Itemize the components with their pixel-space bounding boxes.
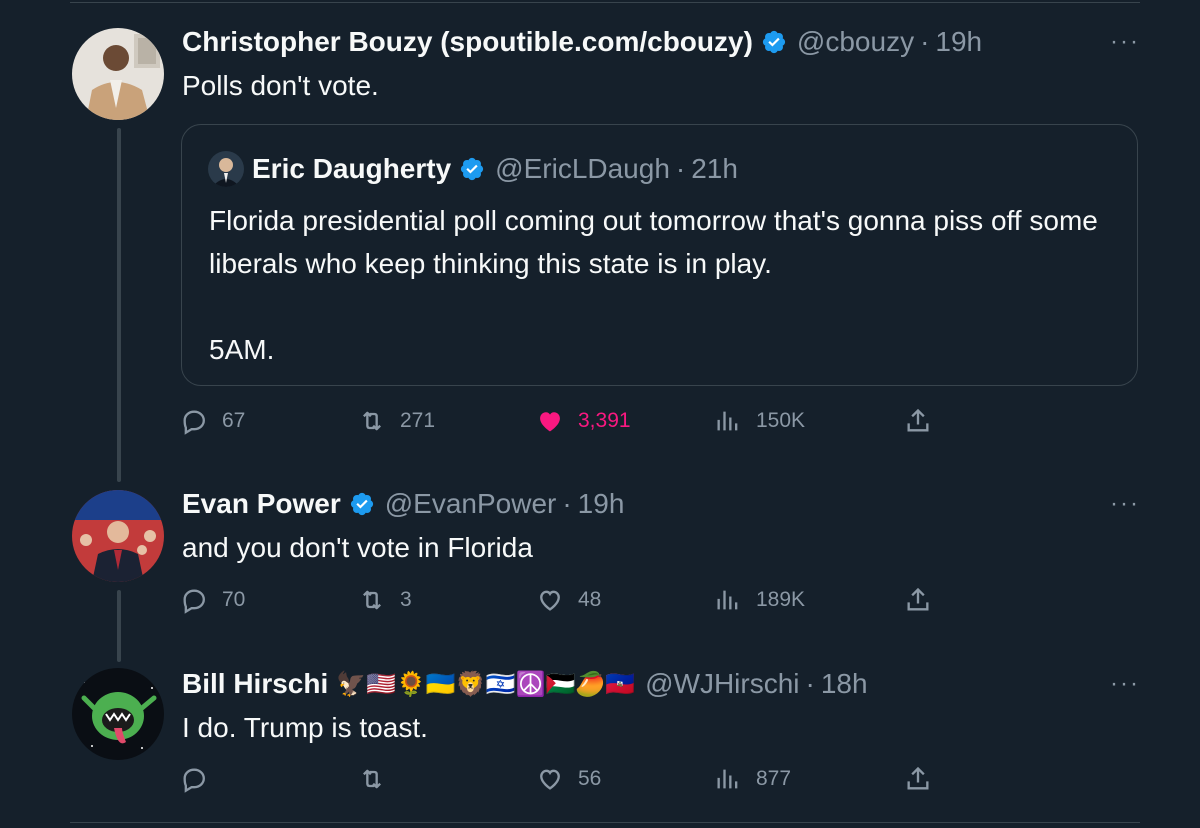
quoted-text-line: 5AM. (209, 334, 275, 365)
display-name[interactable]: Bill Hirschi (182, 668, 328, 700)
views-button[interactable]: 877 (714, 762, 791, 796)
views-count: 150K (756, 409, 806, 432)
views-count: 189K (756, 588, 806, 611)
handle[interactable]: @EvanPower (385, 488, 557, 520)
reply-button[interactable]: 70 (180, 583, 245, 617)
like-button[interactable]: 56 (536, 762, 601, 796)
verified-badge-icon (349, 491, 375, 517)
reply-icon (183, 768, 205, 793)
tweet-text: and you don't vote in Florida (182, 532, 533, 563)
reply-button[interactable]: 67 (180, 404, 245, 438)
share-button[interactable] (904, 762, 946, 796)
separator-dot: · (805, 668, 815, 699)
more-icon[interactable]: ··· (1110, 672, 1140, 696)
share-icon (907, 408, 929, 432)
like-icon (540, 769, 560, 790)
like-button[interactable]: 3,391 (536, 404, 631, 438)
handle: @EricLDaugh (495, 153, 670, 184)
retweet-count: 3 (400, 588, 412, 611)
retweet-icon (363, 769, 381, 789)
quoted-tweet[interactable]: Eric Daugherty @EricLDaugh · 21h Florida… (181, 124, 1138, 386)
tweet-actions: 70 3 48 189K (180, 583, 960, 617)
like-icon (540, 412, 560, 432)
more-icon[interactable]: ··· (1110, 30, 1140, 54)
divider (70, 2, 1140, 3)
quoted-tweet-text: Florida presidential poll coming out tom… (209, 199, 1114, 371)
share-button[interactable] (904, 404, 946, 438)
share-icon (907, 766, 929, 790)
retweet-icon (363, 411, 381, 431)
display-name: Eric Daugherty (252, 153, 452, 184)
quoted-text-line: Florida presidential poll coming out tom… (209, 205, 1098, 279)
tweet-header: Evan Power @EvanPower · 19h (182, 488, 624, 520)
like-button[interactable]: 48 (536, 583, 601, 617)
retweet-icon (363, 590, 381, 610)
thread-line (117, 590, 121, 662)
tweet-header: Bill Hirschi 🦅🇺🇸🌻🇺🇦🦁🇮🇱☮️🇵🇸🥭🇭🇹 @WJHirschi… (182, 668, 868, 700)
more-icon[interactable]: ··· (1110, 492, 1140, 516)
separator-dot: · (562, 488, 572, 519)
name-emojis: 🦅🇺🇸🌻🇺🇦🦁🇮🇱☮️🇵🇸🥭🇭🇹 (336, 670, 636, 698)
like-count: 56 (578, 767, 602, 790)
timestamp[interactable]: 19h (578, 488, 625, 520)
reply-icon (183, 589, 205, 614)
avatar (208, 151, 244, 187)
timeline: Christopher Bouzy (spoutible.com/cbouzy)… (0, 0, 1200, 828)
handle[interactable]: @cbouzy (797, 26, 914, 58)
retweet-button[interactable] (358, 762, 400, 796)
like-icon (540, 590, 560, 611)
like-count: 3,391 (578, 409, 631, 432)
handle[interactable]: @WJHirschi (645, 668, 799, 700)
views-icon (717, 411, 738, 431)
quoted-tweet-header: Eric Daugherty @EricLDaugh · 21h (208, 151, 738, 187)
separator-dot: · (920, 26, 930, 57)
timestamp[interactable]: 18h (821, 668, 868, 700)
retweet-count: 271 (400, 409, 436, 432)
verified-badge-icon (761, 29, 787, 55)
reply-icon (183, 410, 205, 435)
avatar[interactable] (72, 490, 164, 582)
share-icon (907, 587, 929, 611)
verified-badge-icon (459, 156, 485, 182)
tweet-actions: 56 877 (180, 762, 960, 796)
views-button[interactable]: 189K (714, 583, 805, 617)
reply-count: 67 (222, 409, 246, 432)
thread-line (117, 128, 121, 482)
share-button[interactable] (904, 583, 946, 617)
views-icon (717, 769, 738, 789)
timestamp[interactable]: 19h (935, 26, 982, 58)
timestamp: 21h (691, 153, 738, 184)
retweet-button[interactable]: 271 (358, 404, 435, 438)
views-count: 877 (756, 767, 792, 790)
like-count: 48 (578, 588, 602, 611)
tweet-text: I do. Trump is toast. (182, 712, 428, 743)
avatar[interactable] (72, 28, 164, 120)
retweet-button[interactable]: 3 (358, 583, 412, 617)
separator-dot: · (675, 153, 686, 184)
tweet-text: Polls don't vote. (182, 70, 379, 101)
divider (70, 822, 1140, 823)
display-name[interactable]: Christopher Bouzy (spoutible.com/cbouzy) (182, 26, 753, 58)
tweet-header: Christopher Bouzy (spoutible.com/cbouzy)… (182, 26, 982, 58)
reply-button[interactable] (180, 762, 222, 796)
views-button[interactable]: 150K (714, 404, 805, 438)
views-icon (717, 590, 738, 610)
reply-count: 70 (222, 588, 246, 611)
tweet-actions: 67 271 3,391 150K (180, 404, 960, 438)
avatar[interactable] (72, 668, 164, 760)
display-name[interactable]: Evan Power (182, 488, 341, 520)
